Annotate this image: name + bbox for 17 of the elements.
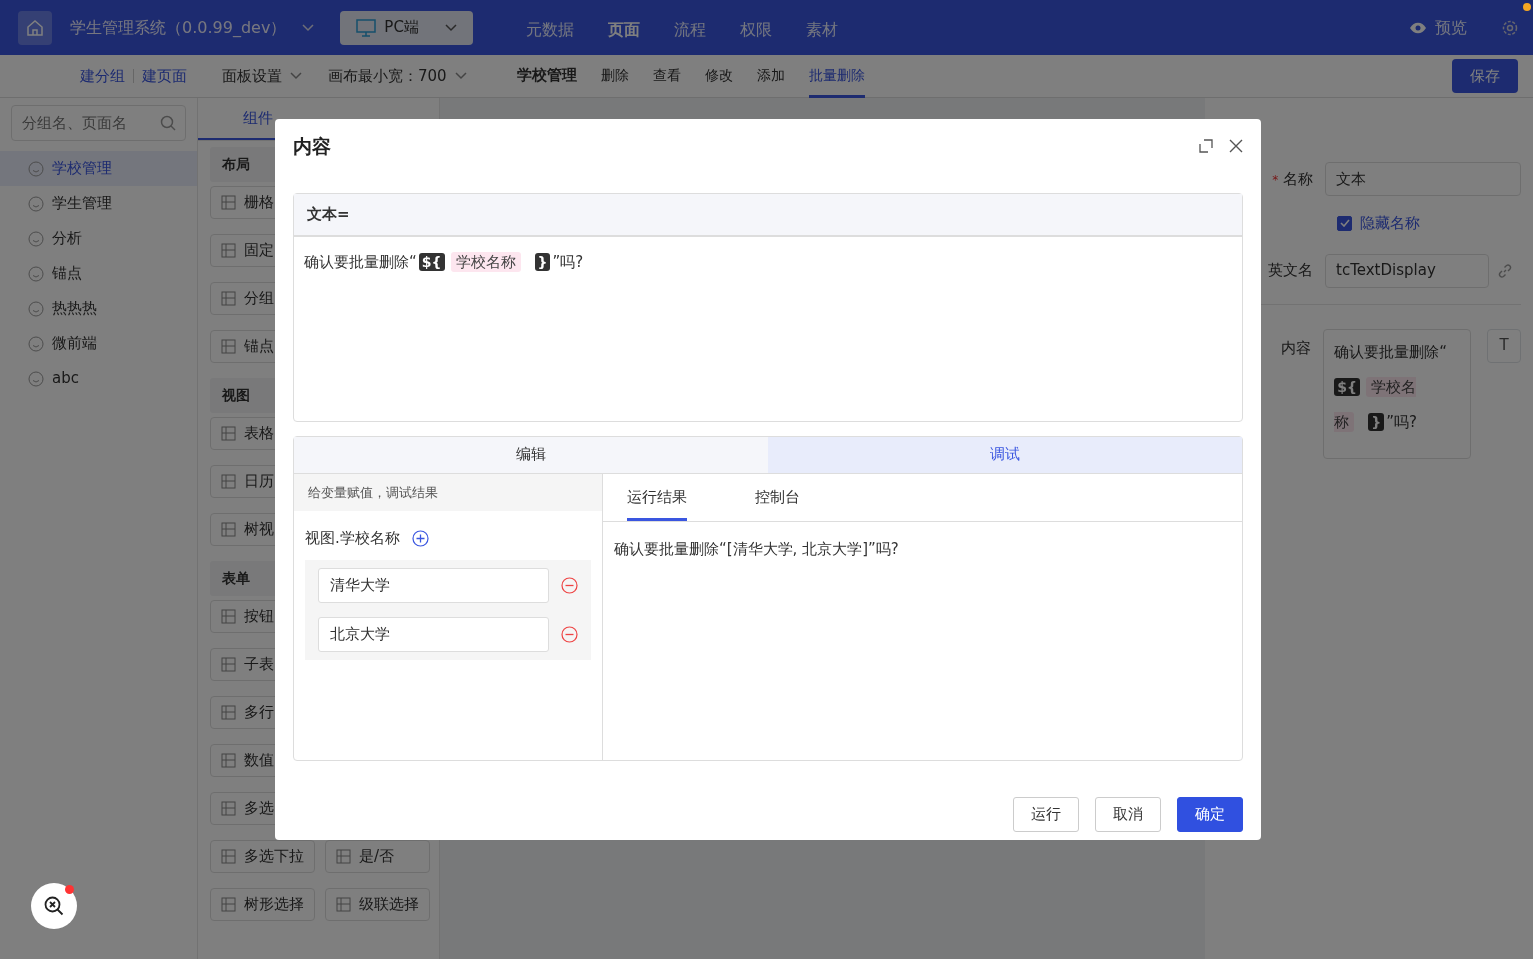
- brace-tag: }: [1368, 412, 1385, 431]
- content-text: ”吗?: [1386, 412, 1417, 432]
- expression-label: 文本=: [294, 194, 1242, 237]
- variable-tag: 学校名称: [450, 251, 521, 272]
- content-text: 确认要批量删除“: [1334, 342, 1448, 362]
- checkbox-label: 隐藏名称: [1360, 213, 1420, 234]
- field-label: 英文名: [1267, 260, 1314, 282]
- app-title: 学生管理系统（0.0.99_dev）: [70, 16, 287, 39]
- field-label: 名称: [1283, 169, 1313, 188]
- result-text: 确认要批量删除“[清华大学, 北京大学]”吗?: [613, 539, 900, 560]
- brace-tag: ${: [418, 252, 445, 271]
- required-mark: *: [1272, 172, 1279, 187]
- brace-tag: }: [534, 252, 551, 271]
- brace-tag: ${: [1334, 377, 1361, 396]
- field-label: 内容: [1280, 337, 1313, 359]
- content-text: ”吗?: [552, 252, 584, 272]
- hint-text: 给变量赋值，调试结果: [294, 473, 602, 511]
